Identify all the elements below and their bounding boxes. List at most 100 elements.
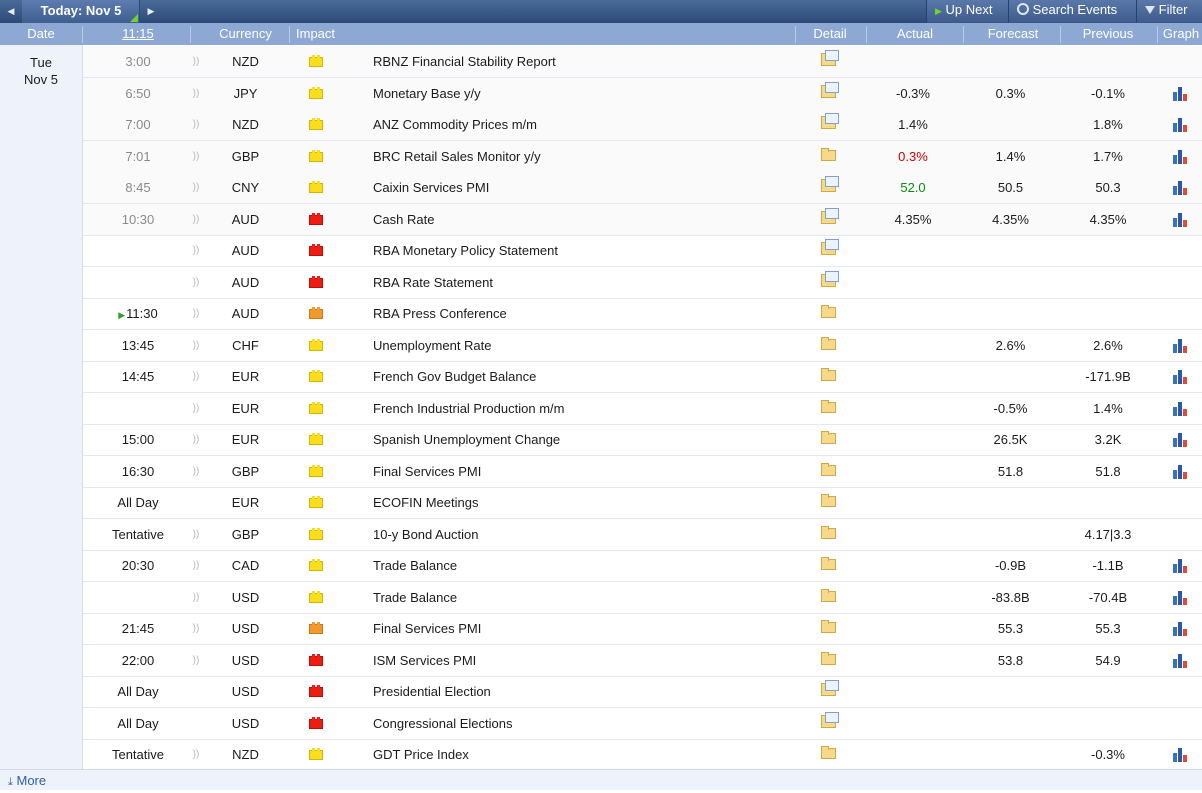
detail-document-icon[interactable] (821, 239, 839, 255)
detail-document-icon[interactable] (821, 176, 839, 192)
detail-folder-icon[interactable] (821, 462, 836, 476)
table-row[interactable]: )) EUR French Industrial Production m/m -0.… (83, 393, 1202, 425)
event-title[interactable]: 10-y Bond Auction (373, 519, 793, 550)
graph-icon[interactable] (1172, 401, 1188, 416)
table-row[interactable]: 15:00)) EUR Spanish Unemployment Change 26.… (83, 424, 1202, 456)
detail-folder-icon[interactable] (821, 620, 836, 633)
event-title[interactable]: ECOFIN Meetings (373, 487, 793, 518)
search-events-button[interactable]: Search Events (1008, 0, 1136, 23)
table-row[interactable]: 10:30)) AUD Cash Rate 4.35% 4.35% 4.35% (83, 203, 1202, 236)
current-time-header[interactable]: 11:15 (83, 23, 193, 45)
event-title[interactable]: Congressional Elections (373, 708, 793, 739)
table-row[interactable]: Tentative)) NZD GDT Price Index -0.3% (83, 739, 1202, 771)
sound-alert-icon[interactable]: )) (190, 267, 202, 298)
sound-alert-icon[interactable]: )) (190, 109, 202, 140)
table-row[interactable]: )) AUD RBA Rate Statement (83, 267, 1202, 299)
sound-alert-icon[interactable]: )) (190, 235, 202, 266)
graph-icon[interactable] (1172, 212, 1188, 227)
event-title[interactable]: Caixin Services PMI (373, 172, 793, 203)
table-row[interactable]: 20:30)) CAD Trade Balance -0.9B -1.1B (83, 550, 1202, 582)
more-button[interactable]: ⤓ More (0, 769, 1202, 790)
sound-alert-icon[interactable]: )) (190, 78, 202, 109)
detail-document-icon[interactable] (821, 680, 839, 696)
table-row[interactable]: 14:45)) EUR French Gov Budget Balance -171.… (83, 361, 1202, 393)
graph-icon[interactable] (1172, 149, 1188, 164)
table-row[interactable]: )) USD Trade Balance -83.8B -70.4B (83, 582, 1202, 614)
table-row[interactable]: )) AUD RBA Monetary Policy Statement (83, 235, 1202, 267)
table-row[interactable]: 22:00)) USD ISM Services PMI 53.8 54.9 (83, 645, 1202, 677)
table-row[interactable]: 7:00)) NZD ANZ Commodity Prices m/m 1.4% 1.8… (83, 109, 1202, 141)
detail-document-icon[interactable] (821, 50, 839, 66)
sound-alert-icon[interactable]: )) (190, 613, 202, 644)
sound-alert-icon[interactable]: )) (190, 361, 202, 392)
filter-button[interactable]: Filter (1136, 0, 1202, 23)
table-row[interactable]: 8:45)) CNY Caixin Services PMI 52.0 50.5 50.3 (83, 172, 1202, 204)
detail-folder-icon[interactable] (821, 431, 836, 444)
event-title[interactable]: French Industrial Production m/m (373, 393, 793, 424)
next-day-arrow-icon[interactable]: ▶ (140, 0, 162, 23)
sound-alert-icon[interactable]: )) (190, 172, 202, 203)
table-row[interactable]: ▶11:30)) AUD RBA Press Conference (83, 298, 1202, 330)
event-title[interactable]: Cash Rate (373, 204, 793, 235)
detail-folder-icon[interactable] (821, 557, 836, 570)
event-title[interactable]: ISM Services PMI (373, 645, 793, 676)
detail-document-icon[interactable] (821, 711, 839, 728)
table-row[interactable]: Tentative)) GBP 10-y Bond Auction 4.17|3.3 (83, 519, 1202, 551)
graph-icon[interactable] (1172, 338, 1188, 353)
graph-icon[interactable] (1172, 86, 1188, 101)
detail-folder-icon[interactable] (821, 588, 836, 602)
table-row[interactable]: 16:30)) GBP Final Services PMI 51.8 51.8 (83, 456, 1202, 488)
detail-folder-icon[interactable] (821, 494, 836, 507)
table-row[interactable]: 7:01)) GBP BRC Retail Sales Monitor y/y 0.3… (83, 140, 1202, 173)
sound-alert-icon[interactable]: )) (190, 298, 202, 329)
graph-icon[interactable] (1172, 369, 1188, 384)
sound-alert-icon[interactable]: )) (190, 519, 202, 550)
event-title[interactable]: ANZ Commodity Prices m/m (373, 109, 793, 140)
event-title[interactable]: Trade Balance (373, 550, 793, 581)
sound-alert-icon[interactable]: )) (190, 550, 202, 581)
detail-folder-icon[interactable] (821, 525, 836, 539)
graph-icon[interactable] (1172, 117, 1188, 132)
table-row[interactable]: 21:45)) USD Final Services PMI 55.3 55.3 (83, 613, 1202, 645)
detail-document-icon[interactable] (821, 81, 839, 98)
event-title[interactable]: Presidential Election (373, 676, 793, 707)
table-row[interactable]: 3:00)) NZD RBNZ Financial Stability Report (83, 46, 1202, 78)
table-row[interactable]: All Day USD Presidential Election (83, 676, 1202, 708)
event-title[interactable]: RBNZ Financial Stability Report (373, 46, 793, 77)
table-row[interactable]: 6:50)) JPY Monetary Base y/y -0.3% 0.3% -0.1% (83, 77, 1202, 110)
detail-folder-icon[interactable] (821, 305, 836, 318)
detail-document-icon[interactable] (821, 270, 839, 287)
detail-document-icon[interactable] (821, 113, 839, 129)
detail-folder-icon[interactable] (821, 651, 836, 665)
graph-icon[interactable] (1172, 590, 1188, 605)
detail-folder-icon[interactable] (821, 336, 836, 350)
detail-folder-icon[interactable] (821, 746, 836, 759)
graph-icon[interactable] (1172, 558, 1188, 573)
graph-icon[interactable] (1172, 180, 1188, 195)
sound-alert-icon[interactable]: )) (190, 582, 202, 613)
sound-alert-icon[interactable]: )) (190, 456, 202, 487)
sound-alert-icon[interactable]: )) (190, 204, 202, 235)
detail-folder-icon[interactable] (821, 147, 836, 161)
up-next-button[interactable]: ▶ Up Next (926, 0, 1008, 23)
graph-icon[interactable] (1172, 747, 1188, 762)
event-title[interactable]: RBA Monetary Policy Statement (373, 235, 793, 266)
table-row[interactable]: All Day USD Congressional Elections (83, 708, 1202, 740)
event-title[interactable]: Monetary Base y/y (373, 78, 793, 109)
event-title[interactable]: Spanish Unemployment Change (373, 424, 793, 455)
event-title[interactable]: Final Services PMI (373, 456, 793, 487)
detail-folder-icon[interactable] (821, 399, 836, 413)
event-title[interactable]: GDT Price Index (373, 739, 793, 770)
table-row[interactable]: All Day EUR ECOFIN Meetings (83, 487, 1202, 519)
event-title[interactable]: Unemployment Rate (373, 330, 793, 361)
today-button[interactable]: Today: Nov 5 (22, 0, 140, 23)
event-title[interactable]: Trade Balance (373, 582, 793, 613)
event-title[interactable]: RBA Rate Statement (373, 267, 793, 298)
event-title[interactable]: RBA Press Conference (373, 298, 793, 329)
event-title[interactable]: Final Services PMI (373, 613, 793, 644)
table-row[interactable]: 13:45)) CHF Unemployment Rate 2.6% 2.6% (83, 330, 1202, 362)
sound-alert-icon[interactable]: )) (190, 645, 202, 676)
graph-icon[interactable] (1172, 464, 1188, 479)
event-title[interactable]: French Gov Budget Balance (373, 361, 793, 392)
graph-icon[interactable] (1172, 653, 1188, 668)
